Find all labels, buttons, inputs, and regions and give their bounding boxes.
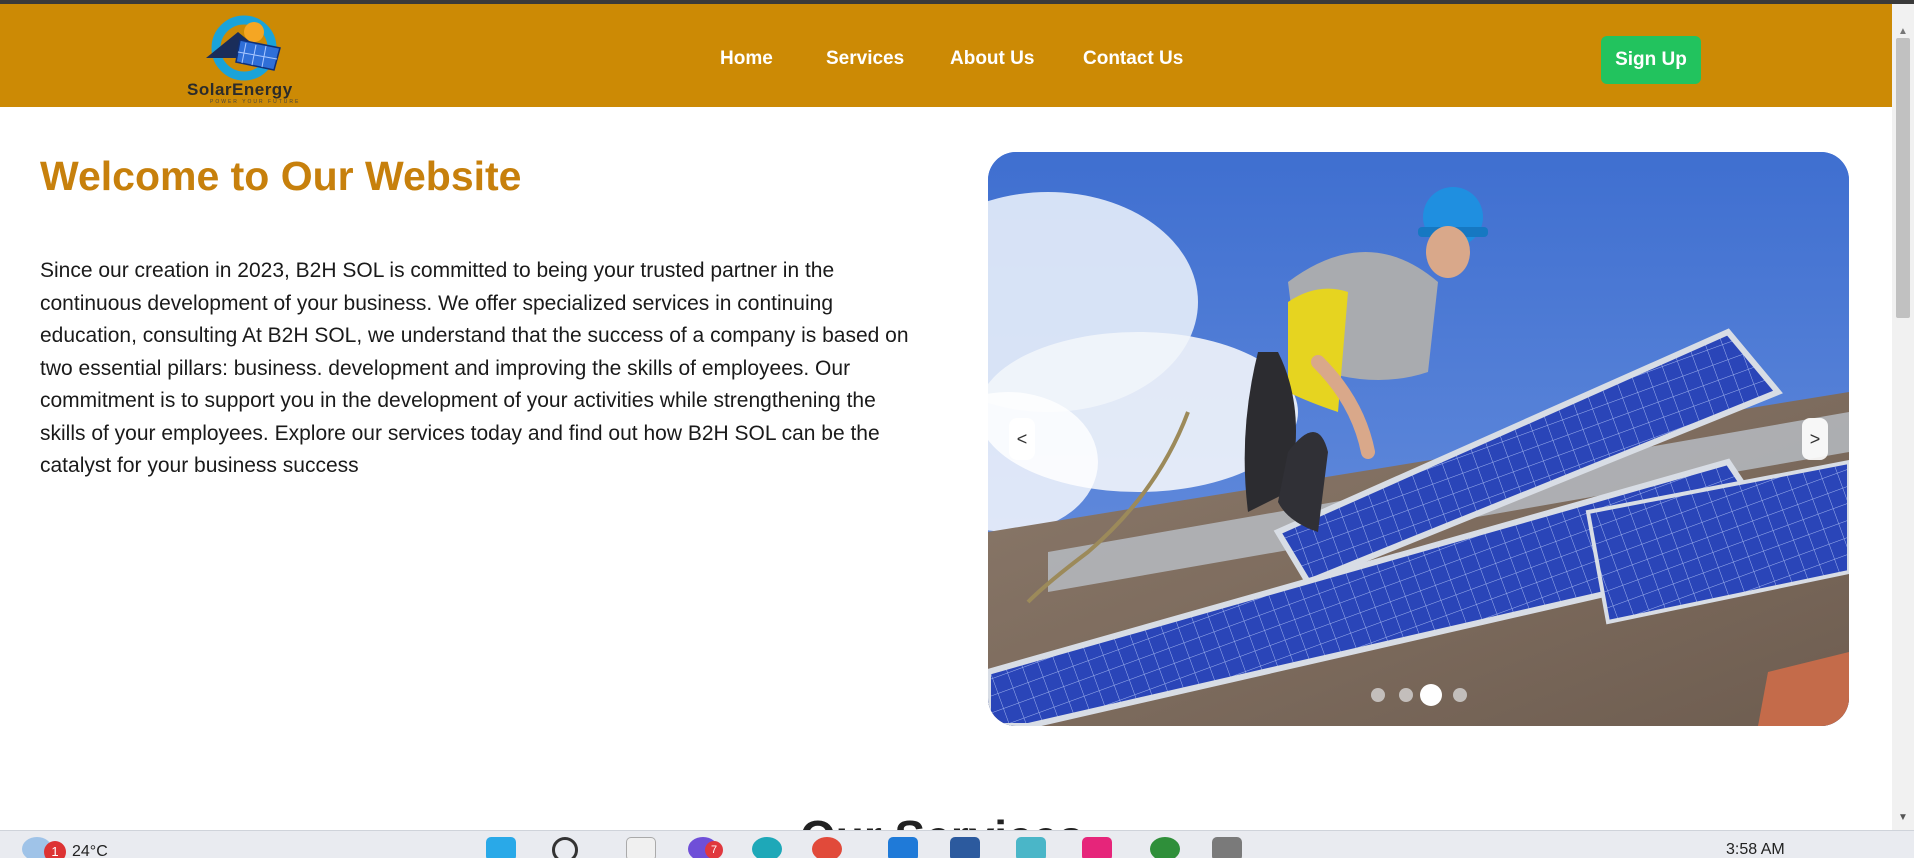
edge-browser-icon[interactable] [752,837,782,858]
hero-title: Welcome to Our Website [40,153,522,199]
start-menu-icon[interactable] [486,837,516,858]
scroll-thumb[interactable] [1896,38,1910,318]
hero-paragraph: Since our creation in 2023, B2H SOL is c… [40,259,909,477]
carousel-prev-button[interactable]: < [1009,418,1035,460]
file-explorer-icon[interactable] [626,837,656,858]
scroll-down-arrow-icon[interactable]: ▼ [1892,812,1914,823]
carousel-next-button[interactable]: > [1802,418,1828,460]
brand-name: SolarEnergy [187,80,293,99]
app-notification-badge: 7 [705,841,723,858]
app-icon[interactable] [1082,837,1112,858]
sign-up-button[interactable]: Sign Up [1601,36,1701,84]
os-taskbar: 1 24°C 7 3:58 AM [0,830,1914,858]
app-icon[interactable] [1016,837,1046,858]
app-icon[interactable] [1150,837,1180,858]
nav-contact-link[interactable]: Contact Us [1083,48,1183,70]
weather-temperature[interactable]: 24°C [72,843,108,858]
carousel-dots [988,682,1849,706]
solar-installer-image [988,152,1849,726]
carousel-dot[interactable] [1399,688,1413,702]
site-header: SolarEnergy POWER YOUR FUTURE Home Servi… [0,4,1892,107]
chrome-browser-icon[interactable] [812,837,842,858]
brand-tagline: POWER YOUR FUTURE [210,99,301,105]
vscode-icon[interactable] [888,837,918,858]
app-icon[interactable] [1212,837,1242,858]
search-icon[interactable] [552,837,578,858]
nav-about-link[interactable]: About Us [950,48,1034,70]
app-icon[interactable] [950,837,980,858]
clock-time[interactable]: 3:58 AM [1726,841,1785,858]
services-heading-partial: Our Services [800,810,1084,830]
nav-services-link[interactable]: Services [826,48,904,70]
carousel-dot[interactable] [1371,688,1385,702]
carousel-dot-active[interactable] [1420,684,1442,706]
image-carousel[interactable]: < > [988,152,1849,726]
page-scrollbar[interactable]: ▲ ▼ [1892,4,1914,830]
carousel-dot[interactable] [1453,688,1467,702]
scroll-up-arrow-icon[interactable]: ▲ [1892,26,1914,37]
nav-home-link[interactable]: Home [720,48,773,70]
weather-badge: 1 [44,841,66,858]
